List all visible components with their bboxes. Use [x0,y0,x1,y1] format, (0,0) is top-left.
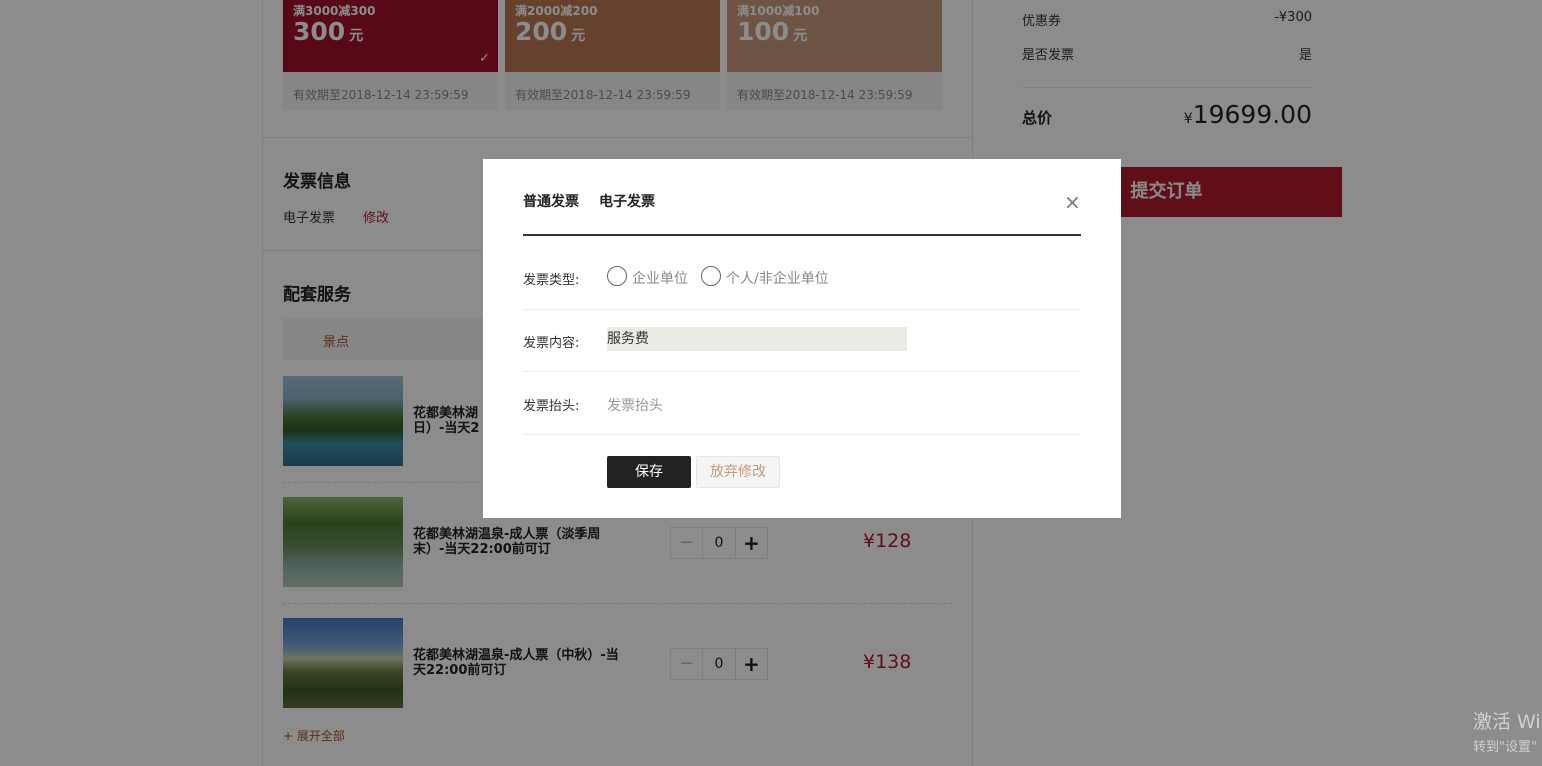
divider [523,434,1081,435]
company-radio[interactable] [607,266,627,286]
tab-normal-invoice[interactable]: 普通发票 [523,191,579,211]
personal-radio[interactable] [701,266,721,286]
invoice-content-label: 发票内容: [523,336,580,351]
activation-watermark: 激活 Wi 转到"设置" [1473,711,1541,755]
personal-radio-label[interactable]: 个人/非企业单位 [726,268,829,288]
invoice-title-input[interactable]: 发票抬头 [607,395,663,415]
close-icon[interactable]: × [1064,190,1081,214]
invoice-content-field[interactable]: 服务费 [607,327,907,351]
cancel-button[interactable]: 放弃修改 [696,456,780,488]
divider [523,371,1081,372]
invoice-title-label: 发票抬头: [523,399,580,414]
save-button[interactable]: 保存 [607,456,691,488]
invoice-dialog: 普通发票 电子发票 × 发票类型: 企业单位 个人/非企业单位 发票内容: 服务… [483,159,1121,518]
company-radio-label[interactable]: 企业单位 [632,268,688,288]
tab-underline [523,234,1081,236]
tab-electronic-invoice[interactable]: 电子发票 [599,191,655,211]
divider [523,309,1081,310]
invoice-type-label: 发票类型: [523,273,580,288]
